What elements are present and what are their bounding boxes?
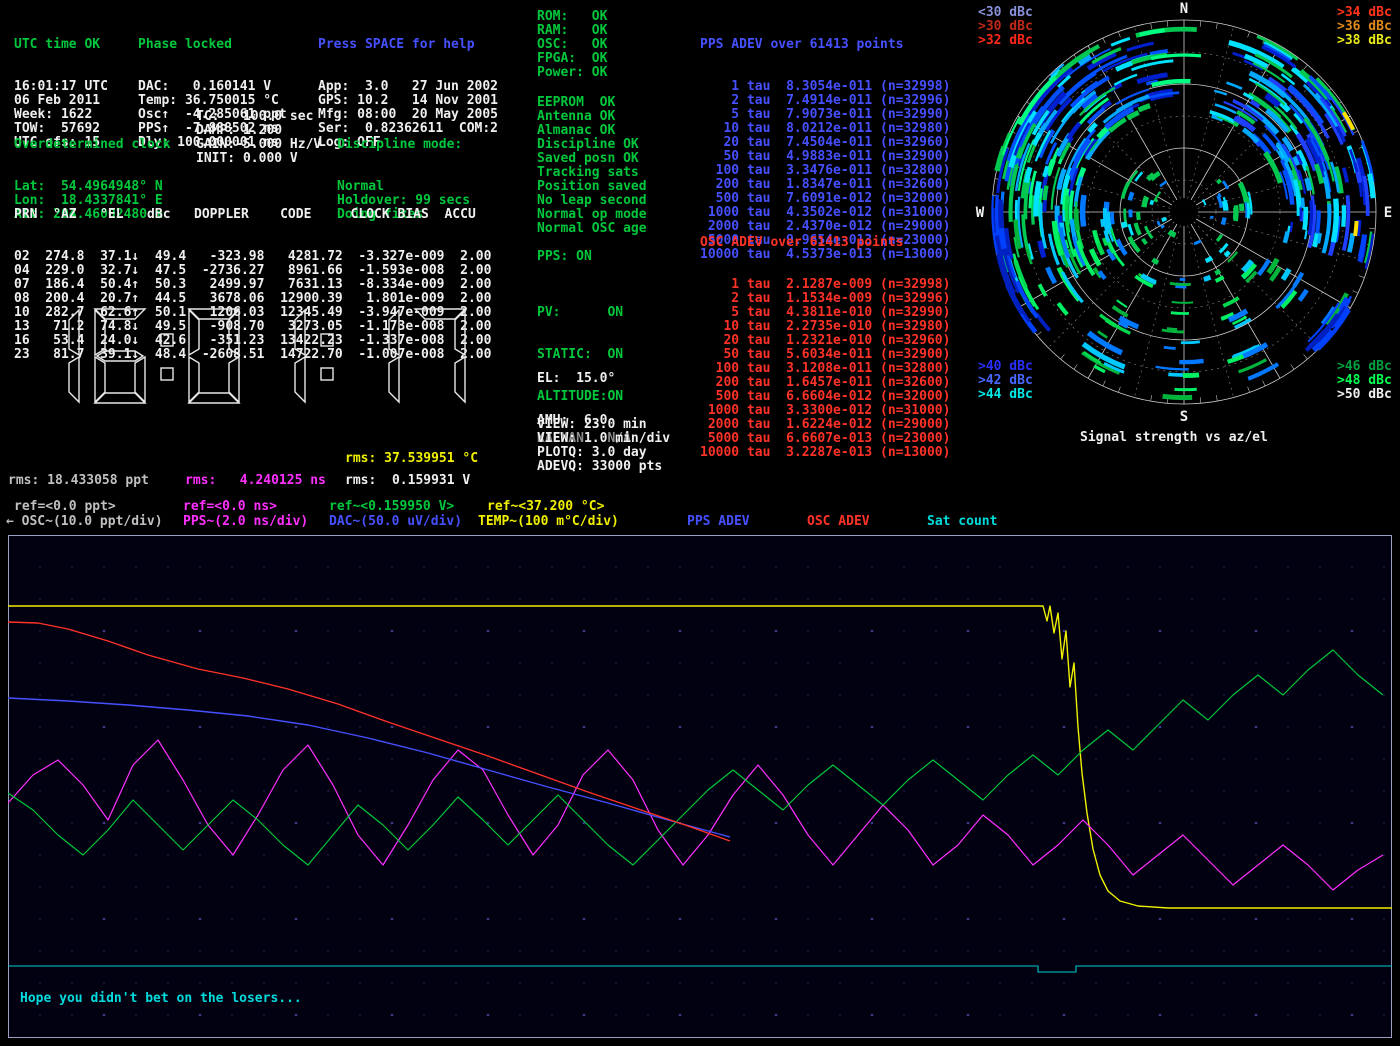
clock-colon bbox=[321, 334, 333, 380]
compass-label-s: S bbox=[1180, 409, 1188, 424]
lady-heather-screen: UTC time OK 16:01:17 UTC06 Feb 2011Week:… bbox=[0, 0, 1400, 1046]
satellite-polar-map: N S E W bbox=[973, 0, 1397, 424]
phase-status: Phase locked bbox=[138, 38, 287, 52]
gps-status-line: Normal OSC age bbox=[537, 222, 647, 236]
pps-scale-label: PPS~(2.0 ns/div) bbox=[183, 515, 308, 529]
rms-osc: rms: 18.433058 ppt bbox=[8, 474, 149, 488]
big-clock bbox=[28, 308, 480, 405]
phase-line: Temp: 36.750015 °C bbox=[138, 94, 287, 108]
elevation-mask: EL: 15.0° bbox=[537, 372, 615, 386]
osc-scale-label: ← OSC~(10.0 ppt/div) bbox=[6, 515, 163, 529]
loop-params-panel: TC: 100.0 secDAMP: 1.200GAIN:-5.000 Hz/V… bbox=[196, 110, 321, 166]
pps-ref-label: ref=<0.0 ns> bbox=[183, 500, 277, 514]
osc-ref-label: ref=<0.0 ppt> bbox=[14, 500, 116, 514]
sat-count-legend: Sat count bbox=[927, 515, 997, 529]
gps-status-line: No leap second bbox=[537, 194, 647, 208]
view-setting-line: PLOTQ: 3.0 day bbox=[537, 446, 670, 460]
temp-ref-label: ref~<37.200 °C> bbox=[487, 500, 604, 514]
clock-digit bbox=[95, 309, 145, 403]
view-settings-panel: VIEW: 23.0 minVIEW: 1.0 min/divPLOTQ: 3.… bbox=[537, 418, 670, 474]
utc-time-line: 16:01:17 UTC bbox=[14, 80, 108, 94]
rms-dac: rms: 0.159931 V bbox=[345, 474, 470, 488]
view-setting-line: VIEW: 23.0 min bbox=[537, 418, 670, 432]
hardware-status-line: RAM: OK bbox=[537, 24, 607, 38]
osc-adev-title: OSC ADEV over 61413 points bbox=[700, 236, 950, 250]
clock-digit bbox=[415, 309, 465, 402]
view-setting-line: VIEW: 1.0 min/div bbox=[537, 432, 670, 446]
loop-param-line: TC: 100.0 sec bbox=[196, 110, 321, 124]
osc-adev-panel: OSC ADEV over 61413 points 1 tau 2.1287e… bbox=[700, 208, 950, 488]
strip-chart-canvas[interactable] bbox=[8, 535, 1392, 1038]
osc-adev-legend: OSC ADEV bbox=[807, 515, 870, 529]
version-line: GPS: 10.2 14 Nov 2001 bbox=[318, 94, 498, 108]
gps-status-panel: EEPROM OKAntenna OKAlmanac OKDiscipline … bbox=[537, 96, 647, 236]
hardware-status-line: FPGA: OK bbox=[537, 52, 607, 66]
phase-line: DAC: 0.160141 V bbox=[138, 80, 287, 94]
hardware-status-line: Power: OK bbox=[537, 66, 607, 80]
pv-flag: PV: ON bbox=[537, 306, 631, 320]
gps-status-line: Antenna OK bbox=[537, 110, 647, 124]
loop-param-line: GAIN:-5.000 Hz/V bbox=[196, 138, 321, 152]
gps-status-line: Almanac OK bbox=[537, 124, 647, 138]
utc-time-line: 06 Feb 2011 bbox=[14, 94, 108, 108]
gps-status-line: Tracking sats bbox=[537, 166, 647, 180]
dac-scale-label: DAC~(50.0 uV/div) bbox=[329, 515, 462, 529]
gps-status-line: Discipline OK bbox=[537, 138, 647, 152]
clock-digit bbox=[389, 310, 399, 402]
dac-ref-label: ref~<0.159950 V> bbox=[329, 500, 454, 514]
pps-mode: PPS: ON bbox=[537, 250, 592, 264]
pps-adev-legend: PPS ADEV bbox=[687, 515, 750, 529]
gps-status-line: EEPROM OK bbox=[537, 96, 647, 110]
clock-digit bbox=[189, 309, 239, 403]
hardware-status-line: OSC: OK bbox=[537, 38, 607, 52]
gps-status-line: Position saved bbox=[537, 180, 647, 194]
rms-pps: rms: 4.240125 ns bbox=[185, 474, 326, 488]
hardware-status-line: ROM: OK bbox=[537, 10, 607, 24]
temp-scale-label: TEMP~(100 m°C/div) bbox=[478, 515, 619, 529]
loop-param-line: DAMP: 1.200 bbox=[196, 124, 321, 138]
satellite-table-header: PRN °AZ °EL dBc DOPPLER CODE CLOCK BIAS … bbox=[14, 208, 491, 222]
gps-status-line: Normal op mode bbox=[537, 208, 647, 222]
hardware-status-panel: ROM: OKRAM: OKOSC: OKFPGA: OKPower: OK bbox=[537, 10, 607, 80]
osc-adev-rows: 1 tau 2.1287e-009 (n=32998) 2 tau 1.1534… bbox=[700, 278, 950, 460]
gps-status-line: Saved posn OK bbox=[537, 152, 647, 166]
clock-colon bbox=[161, 334, 173, 380]
clock-digit bbox=[69, 310, 79, 402]
compass-label-n: N bbox=[1180, 1, 1188, 17]
status-message: Hope you didn't bet on the losers... bbox=[20, 992, 302, 1006]
utc-time-status: UTC time OK bbox=[14, 38, 108, 52]
compass-label-e: E bbox=[1384, 205, 1392, 221]
help-hint: Press SPACE for help bbox=[318, 38, 498, 52]
clock-digit bbox=[295, 310, 305, 402]
position-mode: Overdetermined clock bbox=[14, 138, 171, 152]
view-setting-line: ADEVQ: 33000 pts bbox=[537, 460, 670, 474]
discipline-title: Discipline mode: bbox=[337, 138, 470, 152]
pps-adev-title: PPS ADEV over 61413 points bbox=[700, 38, 950, 52]
compass-label-w: W bbox=[976, 205, 985, 221]
rms-temp: rms: 37.539951 °C bbox=[345, 452, 478, 466]
polar-caption: Signal strength vs az/el bbox=[1080, 431, 1268, 445]
version-line: App: 3.0 27 Jun 2002 bbox=[318, 80, 498, 94]
loop-param-line: INIT: 0.000 V bbox=[196, 152, 321, 166]
signal-arcs bbox=[992, 29, 1373, 397]
